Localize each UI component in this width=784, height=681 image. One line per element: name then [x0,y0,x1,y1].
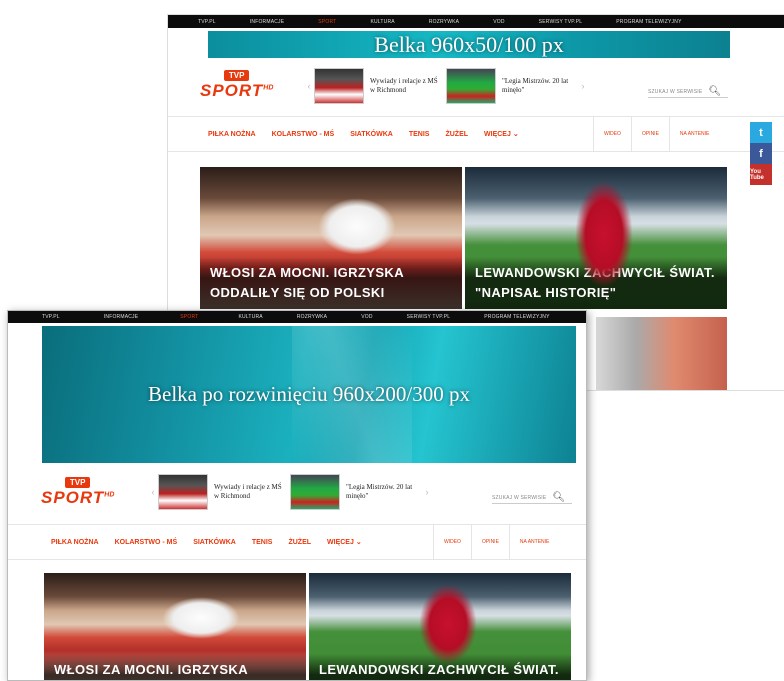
menu-zuzel[interactable]: ŻUŻEL [288,539,311,546]
logo[interactable]: TVP SPORTHD [41,477,114,508]
search-icon[interactable]: 🔍︎ [552,492,565,503]
search-box[interactable]: SZUKAJ W SERWISIE 🔍︎ [648,86,728,98]
card-headline[interactable]: LEWANDOWSKI ZACHWYCIŁ ŚWIAT. "NAPISAŁ HI… [465,257,727,309]
carousel-item-text[interactable]: "Legia Mistrzów. 20 lat minęło" [346,483,416,501]
nav-serwisy[interactable]: SERWISY TVP.PL [539,19,583,25]
search-box[interactable]: SZUKAJ W SERWISIE 🔍︎ [492,492,572,504]
news-card-football[interactable]: LEWANDOWSKI ZACHWYCIŁ ŚWIAT. "NAPISAŁ HI… [465,167,727,309]
top-nav: TVP.PL INFORMACJE SPORT KULTURA ROZRYWKA… [8,311,586,323]
news-carousel: ‹ Wywiady i relacje z MŚ w Richmond "Leg… [148,474,432,510]
menu-kolarstwo[interactable]: KOLARSTWO - MŚ [115,539,178,546]
menu-kolarstwo[interactable]: KOLARSTWO - MŚ [272,131,335,138]
search-placeholder[interactable]: SZUKAJ W SERWISIE [492,495,546,501]
nav-rozrywka[interactable]: ROZRYWKA [297,314,327,320]
nav-tvp[interactable]: TVP.PL [198,19,216,25]
carousel-item-text[interactable]: Wywiady i relacje z MŚ w Richmond [214,483,284,501]
news-carousel: ‹ Wywiady i relacje z MŚ w Richmond "Leg… [304,68,588,104]
menu-right: WIDEO OPINIE NA ANTENIE [433,525,559,559]
search-icon[interactable]: 🔍︎ [708,86,721,97]
nav-rozrywka[interactable]: ROZRYWKA [429,19,459,25]
nav-sport[interactable]: SPORT [318,19,336,25]
screenshot-expanded-banner: TVP.PL INFORMACJE SPORT KULTURA ROZRYWKA… [7,310,587,681]
menu-tenis[interactable]: TENIS [409,131,430,138]
card-headline[interactable]: LEWANDOWSKI ZACHWYCIŁ ŚWIAT. "NAPISAŁ HI… [309,654,571,680]
youtube-icon[interactable]: You Tube [750,164,772,185]
carousel-thumb[interactable] [314,68,364,104]
facebook-icon[interactable]: f [750,143,772,164]
carousel-thumb[interactable] [446,68,496,104]
carousel-thumb[interactable] [290,474,340,510]
tvp-logo: TVP [64,477,91,488]
carousel-next[interactable]: › [578,81,588,91]
ad-banner-expanded[interactable]: Belka po rozwinięciu 960x200/300 px [42,326,576,463]
main-menu: PIŁKA NOŻNA KOLARSTWO - MŚ SIATKÓWKA TEN… [8,524,586,560]
ad-banner-collapsed[interactable]: Belka 960x50/100 px [208,31,730,58]
carousel-item-text[interactable]: "Legia Mistrzów. 20 lat minęło" [502,77,572,95]
top-nav: TVP.PL INFORMACJE SPORT KULTURA ROZRYWKA… [168,15,784,28]
nav-informacje[interactable]: INFORMACJE [250,19,285,25]
carousel-next[interactable]: › [422,487,432,497]
nav-vod[interactable]: VOD [493,19,504,25]
menu-opinie[interactable]: OPINIE [470,525,509,559]
menu-tenis[interactable]: TENIS [252,539,273,546]
nav-serwisy[interactable]: SERWISY TVP.PL [407,314,451,320]
nav-sport[interactable]: SPORT [180,314,198,320]
menu-right: WIDEO OPINIE NA ANTENIE [593,117,719,151]
card-headline[interactable]: WŁOSI ZA MOCNI. IGRZYSKA ODDALIŁY SIĘ OD… [44,654,306,680]
menu-pilka-nozna[interactable]: PIŁKA NOŻNA [51,539,99,546]
menu-na-antenie[interactable]: NA ANTENIE [668,117,719,151]
menu-wiecej[interactable]: WIĘCEJ ⌄ [484,130,519,138]
menu-siatkowka[interactable]: SIATKÓWKA [193,539,236,546]
news-card-side[interactable] [596,317,727,390]
carousel-item-text[interactable]: Wywiady i relacje z MŚ w Richmond [370,77,440,95]
menu-pilka-nozna[interactable]: PIŁKA NOŻNA [208,131,256,138]
nav-tvp[interactable]: TVP.PL [42,314,60,320]
sport-logo: SPORTHD [41,488,115,507]
news-card-volleyball[interactable]: WŁOSI ZA MOCNI. IGRZYSKA ODDALIŁY SIĘ OD… [44,573,306,680]
logo[interactable]: TVP SPORTHD [200,70,273,101]
menu-wideo[interactable]: WIDEO [433,525,471,559]
twitter-icon[interactable]: t [750,122,772,143]
nav-vod[interactable]: VOD [361,314,372,320]
sport-logo: SPORTHD [200,81,274,100]
menu-siatkowka[interactable]: SIATKÓWKA [350,131,393,138]
nav-program[interactable]: PROGRAM TELEWIZYJNY [616,19,681,25]
search-placeholder[interactable]: SZUKAJ W SERWISIE [648,89,702,95]
carousel-prev[interactable]: ‹ [148,487,158,497]
menu-na-antenie[interactable]: NA ANTENIE [508,525,559,559]
tvp-logo: TVP [223,70,250,81]
card-headline[interactable]: WŁOSI ZA MOCNI. IGRZYSKA ODDALIŁY SIĘ OD… [200,257,462,309]
menu-wideo[interactable]: WIDEO [593,117,631,151]
nav-informacje[interactable]: INFORMACJE [104,314,139,320]
social-sidebar: t f You Tube [750,122,772,185]
banner-label: Belka po rozwinięciu 960x200/300 px [148,382,470,406]
menu-zuzel[interactable]: ŻUŻEL [445,131,468,138]
carousel-prev[interactable]: ‹ [304,81,314,91]
news-card-volleyball[interactable]: WŁOSI ZA MOCNI. IGRZYSKA ODDALIŁY SIĘ OD… [200,167,462,309]
menu-opinie[interactable]: OPINIE [630,117,669,151]
nav-kultura[interactable]: KULTURA [370,19,394,25]
news-card-football[interactable]: LEWANDOWSKI ZACHWYCIŁ ŚWIAT. "NAPISAŁ HI… [309,573,571,680]
menu-wiecej[interactable]: WIĘCEJ ⌄ [327,538,362,546]
carousel-thumb[interactable] [158,474,208,510]
main-menu: PIŁKA NOŻNA KOLARSTWO - MŚ SIATKÓWKA TEN… [168,116,784,152]
nav-program[interactable]: PROGRAM TELEWIZYJNY [484,314,549,320]
nav-kultura[interactable]: KULTURA [238,314,262,320]
